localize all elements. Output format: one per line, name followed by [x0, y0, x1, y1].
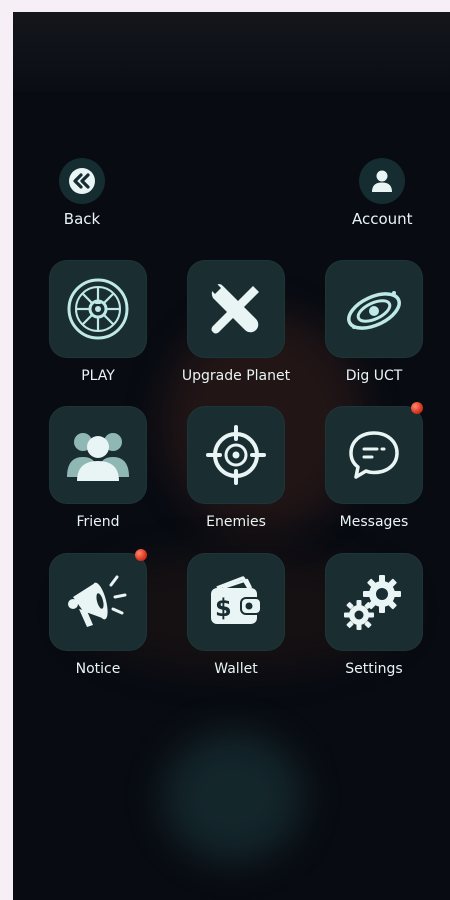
menu-item-settings[interactable]: Settings	[314, 553, 434, 677]
play-tile	[49, 260, 147, 358]
play-label: PLAY	[81, 368, 115, 384]
wallet-icon: $	[211, 576, 262, 624]
account-circle	[359, 158, 406, 204]
double-chevron-left-icon	[69, 168, 95, 194]
menu-item-wallet[interactable]: $ Wallet	[176, 553, 296, 677]
wrench-screwdriver-icon	[211, 284, 259, 334]
settings-tile	[325, 553, 423, 651]
compass-wheel-icon	[67, 278, 129, 340]
galaxy-icon	[347, 291, 401, 330]
friends-icon	[67, 433, 129, 481]
gears-icon	[344, 575, 401, 630]
notice-label: Notice	[75, 661, 121, 677]
friend-label: Friend	[76, 514, 120, 530]
back-label: Back	[63, 210, 101, 228]
menu-item-upgrade-planet[interactable]: Upgrade Planet	[176, 260, 296, 384]
settings-label: Settings	[345, 661, 403, 677]
back-button[interactable]: Back	[59, 158, 105, 228]
user-icon	[372, 170, 393, 192]
enemies-tile	[187, 406, 285, 504]
menu-item-messages[interactable]: Messages	[314, 402, 434, 530]
dig-uct-label: Dig UCT	[345, 368, 403, 384]
menu-item-play[interactable]: PLAY	[38, 260, 158, 384]
friend-tile	[49, 406, 147, 504]
notice-tile	[49, 553, 147, 651]
account-label: Account	[352, 210, 413, 228]
upgrade-planet-tile	[187, 260, 285, 358]
messages-notification-dot	[411, 402, 423, 414]
enemies-label: Enemies	[206, 514, 266, 530]
menu-item-enemies[interactable]: Enemies	[176, 406, 296, 530]
crosshair-icon	[206, 425, 266, 485]
wallet-tile: $	[187, 553, 285, 651]
megaphone-icon	[68, 575, 127, 627]
blurred-gauge	[163, 732, 303, 862]
back-circle	[59, 158, 105, 204]
menu-item-friend[interactable]: Friend	[38, 406, 158, 530]
menu-overlay: Back Account PLAY Upgrade Planet Dig UCT…	[13, 12, 450, 900]
notice-notification-dot	[135, 549, 147, 561]
account-button[interactable]: Account	[352, 158, 413, 228]
upgrade-planet-label: Upgrade Planet	[181, 368, 291, 384]
menu-item-dig-uct[interactable]: Dig UCT	[314, 260, 434, 384]
chat-bubble-icon	[349, 431, 399, 479]
messages-label: Messages	[339, 514, 409, 530]
wallet-label: Wallet	[214, 661, 258, 677]
menu-item-notice[interactable]: Notice	[38, 549, 158, 677]
svg-text:$: $	[215, 594, 232, 622]
dig-uct-tile	[325, 260, 423, 358]
messages-tile	[325, 406, 423, 504]
blurred-top-bar	[13, 12, 450, 92]
